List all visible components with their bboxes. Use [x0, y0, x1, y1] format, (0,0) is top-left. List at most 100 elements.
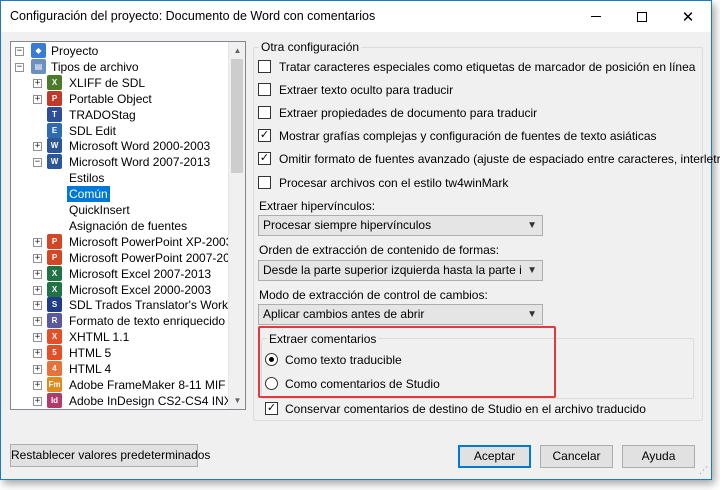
expand-icon[interactable]: +	[33, 301, 42, 311]
minimize-icon	[591, 16, 601, 17]
close-icon: ✕	[681, 8, 695, 26]
checkmark-icon: ✓	[265, 402, 278, 415]
other-settings-title: Otra configuración	[259, 40, 362, 54]
resize-grip-icon[interactable]: ⋰	[699, 465, 708, 476]
tree-item[interactable]: + P Microsoft PowerPoint 2007-201	[11, 249, 236, 266]
tree-item[interactable]: +4 HTML 4	[11, 361, 227, 377]
scrollbar-thumb[interactable]	[231, 59, 243, 173]
expand-icon[interactable]: +	[33, 142, 42, 152]
tree-item[interactable]: QuickInsert	[11, 202, 227, 218]
shapes-order-label: Orden de extracción de contenido de form…	[259, 243, 500, 257]
checkbox-box	[258, 83, 271, 96]
expand-icon[interactable]: +	[33, 78, 42, 88]
sdl-trados-icon: S	[47, 297, 62, 313]
expand-icon[interactable]: +	[33, 333, 42, 343]
track-changes-label: Modo de extracción de control de cambios…	[259, 288, 488, 302]
minimize-button[interactable]	[573, 1, 619, 32]
expand-icon[interactable]: +	[33, 94, 42, 104]
tree-item[interactable]: + P Portable Object	[11, 90, 227, 107]
accept-button[interactable]: Aceptar	[458, 445, 531, 468]
tree-item[interactable]: − ▤ Tipos de archivo	[11, 58, 227, 75]
tree-item[interactable]: + S SDL Trados Translator's Workb	[11, 297, 235, 313]
tree-item-label: Estilos	[69, 171, 105, 186]
help-button[interactable]: Ayuda	[622, 445, 695, 468]
tree-item[interactable]: Estilos	[11, 170, 227, 186]
tree-item[interactable]: + X XLIFF de SDL	[11, 74, 227, 91]
html5-icon: 5	[47, 345, 62, 361]
word-icon: W	[47, 138, 62, 154]
tree-item-label: Asignación de fuentes	[69, 218, 188, 233]
checkmark-icon: ✓	[258, 152, 271, 165]
tree-item[interactable]: T TRADOStag	[11, 106, 227, 123]
tree-item-label: Microsoft Word 2007-2013	[69, 155, 211, 170]
cancel-button[interactable]: Cancelar	[540, 445, 613, 468]
expand-icon[interactable]: +	[33, 349, 42, 359]
reset-defaults-button[interactable]: Restablecer valores predeterminados	[10, 444, 210, 467]
tree-item[interactable]: + X Microsoft Excel 2000-2003	[11, 281, 227, 298]
checkmark-icon: ✓	[258, 129, 271, 142]
tree-item[interactable]: + R Formato de texto enriquecido (	[11, 313, 232, 329]
tree-scrollbar[interactable]: ▲ ▼	[228, 42, 245, 409]
option-checkbox-label: Omitir formato de fuentes avanzado (ajus…	[279, 152, 720, 166]
tree-item-label: Portable Object	[69, 91, 152, 106]
chevron-down-icon: ▼	[527, 309, 537, 320]
checkbox-box	[258, 106, 271, 119]
tree-item[interactable]: − ◆ Proyecto	[11, 43, 227, 59]
tree-item-label: Microsoft PowerPoint XP-2003	[69, 234, 233, 249]
tree-item-label: Microsoft Word 2000-2003	[69, 139, 211, 154]
checkbox-box	[258, 60, 271, 73]
sdl-edit-icon: E	[47, 122, 62, 138]
hyperlinks-value: Procesar siempre hipervínculos	[263, 218, 432, 232]
expand-icon[interactable]: +	[33, 253, 42, 263]
tree-item-label: Microsoft PowerPoint 2007-201	[69, 250, 237, 265]
collapse-icon[interactable]: −	[15, 62, 24, 72]
close-button[interactable]: ✕	[665, 1, 711, 32]
word-icon: W	[47, 154, 62, 170]
tree-item[interactable]: + P Microsoft PowerPoint XP-2003	[11, 233, 232, 250]
collapse-icon[interactable]: −	[33, 158, 42, 168]
maximize-button[interactable]	[619, 1, 665, 32]
tree-item[interactable]: Asignación de fuentes	[11, 218, 227, 234]
expand-icon[interactable]: +	[33, 237, 42, 247]
tree-item[interactable]: + Fm Adobe FrameMaker 8-11 MIF	[11, 376, 227, 393]
expand-icon[interactable]: +	[33, 365, 42, 374]
tree-item-label: Proyecto	[51, 44, 99, 58]
expand-icon[interactable]: +	[33, 396, 42, 406]
tradostag-icon: T	[47, 106, 62, 122]
tree-item-label: Adobe FrameMaker 8-11 MIF	[69, 377, 226, 392]
settings-tree[interactable]: − ◆ Proyecto − ▤ Tipos de archivo + X XLIFF de S…	[10, 41, 246, 410]
folder-icon: ▤	[31, 58, 46, 74]
collapse-icon[interactable]: −	[15, 47, 24, 56]
tree-item-label: SDL Edit	[69, 123, 116, 138]
tree-item-label: Microsoft Excel 2007-2013	[69, 266, 212, 281]
option-checkbox-label: Extraer texto oculto para traducir	[279, 83, 454, 97]
expand-icon[interactable]: +	[33, 380, 42, 390]
project-settings-dialog: Configuración del proyecto: Documento de…	[0, 0, 720, 480]
tree-item[interactable]: + W Microsoft Word 2000-2003	[11, 138, 227, 154]
tree-item[interactable]: + X Microsoft Excel 2007-2013	[11, 265, 227, 282]
tree-item[interactable]: + X XHTML 1.1	[11, 329, 227, 345]
title-bar: Configuración del proyecto: Documento de…	[1, 1, 711, 32]
shapes-order-select[interactable]: Desde la parte superior izquierda hasta …	[258, 260, 543, 281]
tree-item[interactable]: +5 HTML 5	[11, 345, 227, 361]
expand-icon[interactable]: +	[33, 269, 42, 279]
tree-item[interactable]: E SDL Edit	[11, 122, 227, 139]
tree-item[interactable]: − W Microsoft Word 2007-2013	[11, 154, 227, 170]
option-checkbox-label: Mostrar grafías complejas y configuració…	[279, 129, 657, 143]
tree-item-label: HTML 4	[69, 362, 112, 376]
tree-item[interactable]: Común	[11, 186, 227, 203]
hyperlinks-select[interactable]: Procesar siempre hipervínculos ▼	[258, 215, 543, 236]
track-changes-select[interactable]: Aplicar cambios antes de abrir ▼	[258, 304, 543, 325]
option-checkbox-label: Extraer propiedades de documento para tr…	[279, 106, 538, 120]
scroll-down-icon[interactable]: ▼	[229, 392, 245, 409]
tree-item[interactable]: + Id Adobe InDesign CS2-CS4 INX	[11, 392, 232, 409]
chevron-down-icon: ▼	[527, 220, 537, 231]
expand-icon[interactable]: +	[33, 285, 42, 295]
scroll-up-icon[interactable]: ▲	[229, 42, 245, 59]
tree-item-label: XHTML 1.1	[69, 330, 130, 345]
tree-item-label: HTML 5	[69, 346, 112, 361]
track-changes-value: Aplicar cambios antes de abrir	[263, 307, 425, 321]
tree-item-label: SDL Trados Translator's Workb	[69, 298, 235, 313]
expand-icon[interactable]: +	[33, 317, 42, 327]
tree-item-label: XLIFF de SDL	[69, 75, 146, 90]
